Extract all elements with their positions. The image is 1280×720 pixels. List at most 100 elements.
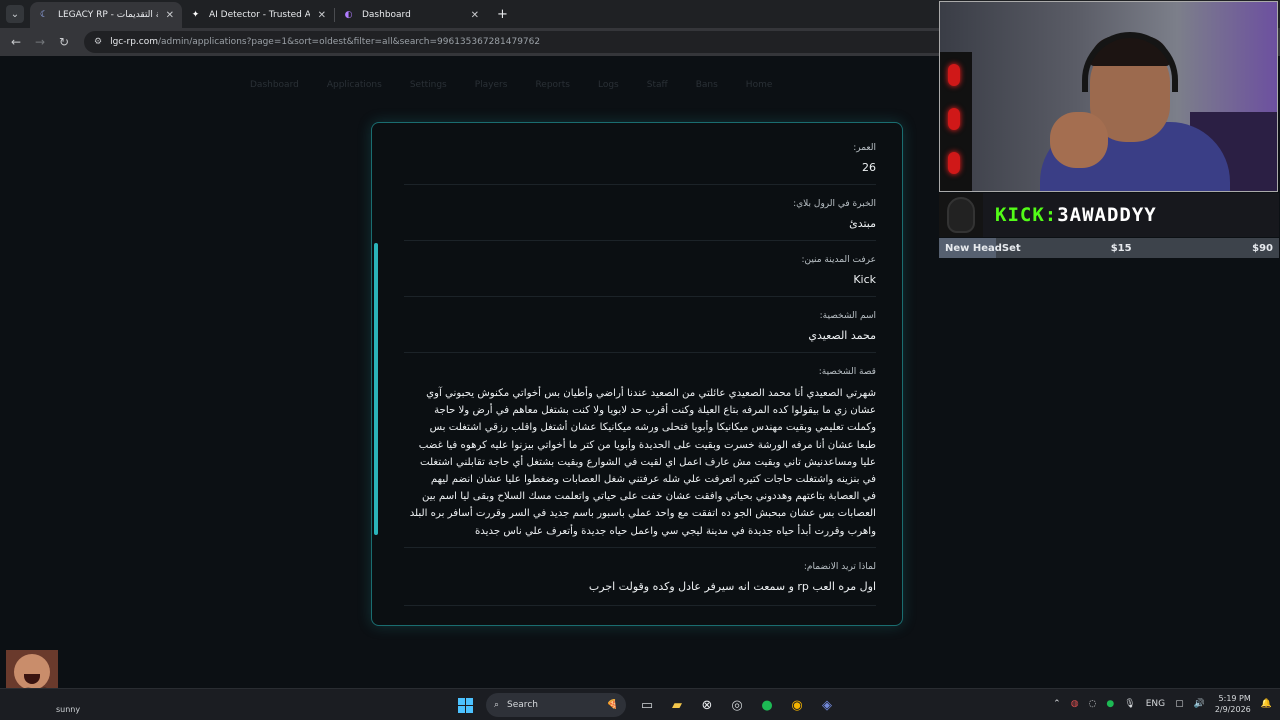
pc-led bbox=[948, 64, 960, 86]
address-bar[interactable]: ⚙ lgc-rp.com /admin/applications?page=1&… bbox=[84, 31, 964, 53]
rp-experience-value: مبتدئ bbox=[849, 217, 876, 230]
bg-nav-item: Logs bbox=[597, 80, 619, 90]
channel-handle: 3AWADDYY bbox=[1057, 204, 1157, 226]
bg-nav-item: Reports bbox=[535, 80, 570, 90]
rp-experience-label: الخبرة في الرول بلاي: bbox=[793, 199, 876, 209]
story-text: شهرتي الصعيدي أنا محمد الصعيدي عائلتي من… bbox=[404, 385, 876, 540]
weather-label[interactable]: sunny bbox=[56, 705, 80, 714]
dashboard-favicon-icon: ◐ bbox=[344, 10, 353, 20]
url-host: lgc-rp.com bbox=[110, 37, 158, 47]
kick-channel-banner: KICK:3AWADDYY bbox=[939, 193, 1279, 237]
story-line: وكملت تعليمي وبقيت مهندس ميكانيكا وأبويا… bbox=[429, 422, 876, 434]
task-view-icon[interactable]: ▭ bbox=[634, 693, 660, 717]
bg-nav-item: Bans bbox=[695, 80, 718, 90]
story-line: في بنزينه واشتغلت حاجات كتيره اتعرفت علي… bbox=[430, 474, 876, 486]
divider bbox=[404, 240, 876, 241]
background-nav: Dashboard Applications Settings Players … bbox=[250, 80, 772, 90]
story-line: واهرب وقررت أبدأ حياه جديدة في مدينة ليج… bbox=[474, 525, 876, 537]
why-join-label: لماذا تريد الانضمام: bbox=[803, 562, 876, 572]
divider bbox=[404, 605, 876, 606]
kick-prefix: KICK: bbox=[995, 204, 1058, 226]
goal-current: $15 bbox=[1110, 242, 1132, 254]
notification-icon[interactable]: 🔔 bbox=[1261, 699, 1272, 709]
divider bbox=[404, 352, 876, 353]
bg-nav-item: Dashboard bbox=[250, 80, 299, 90]
site-info-icon[interactable]: ⚙ bbox=[94, 37, 102, 47]
why-join-value: اول مره العب rp و سمعت انه سيرفر عادل وك… bbox=[588, 580, 876, 593]
tray-app-icon[interactable]: ● bbox=[1106, 699, 1114, 709]
channel-avatar bbox=[939, 193, 983, 237]
application-modal: العمر: 26 الخبرة في الرول بلاي: مبتدئ عر… bbox=[371, 122, 903, 626]
back-arrow-icon[interactable]: ← bbox=[4, 35, 28, 49]
character-name-value: محمد الصعيدي bbox=[808, 329, 876, 342]
penguin-avatar-icon bbox=[947, 197, 975, 233]
tray-app-icon[interactable]: ◌ bbox=[1089, 699, 1097, 709]
windows-taskbar: sunny ⌕ Search 🍕 ▭ ▰ ⊗ ◎ ● ◉ ◈ ⌃ ◍ ◌ ● 🎙… bbox=[0, 688, 1280, 720]
ai-detector-favicon-icon: ✦ bbox=[191, 10, 200, 20]
story-line: عليا ومساعدنيش تاني وبقيت مش عارف اعمل ا… bbox=[419, 456, 876, 468]
donation-goal-bar: New HeadSet $15 $90 bbox=[939, 238, 1279, 258]
taskbar-apps: ⌕ Search 🍕 ▭ ▰ ⊗ ◎ ● ◉ ◈ bbox=[452, 693, 840, 717]
bg-nav-item: Players bbox=[474, 80, 508, 90]
story-line: عشان زي ما بيقولوا كده المرفه بتاع العيل… bbox=[434, 405, 876, 417]
new-tab-button[interactable]: + bbox=[497, 7, 508, 22]
divider bbox=[404, 547, 876, 548]
search-icon: ⌕ bbox=[494, 700, 500, 710]
story-line: في العصابة بتاعتهم وهددوني بحياتي وافقت … bbox=[421, 491, 876, 503]
reload-icon[interactable]: ↻ bbox=[52, 35, 76, 49]
age-label: العمر: bbox=[853, 143, 876, 153]
tab-search-chevron-icon[interactable]: ⌄ bbox=[6, 5, 24, 23]
spotify-icon[interactable]: ● bbox=[754, 693, 780, 717]
search-highlight-icon: 🍕 bbox=[606, 700, 618, 710]
tab-title: AI Detector - Trusted AI Checker bbox=[208, 10, 310, 20]
volume-icon[interactable]: 🔊 bbox=[1194, 699, 1205, 709]
story-line: العصابات بس عشان مبحبش الجو ده اتفقت مع … bbox=[409, 508, 876, 520]
age-value: 26 bbox=[862, 161, 876, 174]
tab-title: Dashboard bbox=[361, 10, 411, 20]
tab-title: LEGACY RP - قائمة التقديمات bbox=[57, 10, 158, 20]
bg-nav-item: Applications bbox=[326, 80, 382, 90]
rp-experience-field: الخبرة في الرول بلاي: مبتدئ bbox=[404, 199, 876, 230]
tab-close-icon[interactable]: ✕ bbox=[318, 10, 326, 21]
tab-dashboard[interactable]: ◐ Dashboard ✕ bbox=[335, 2, 487, 28]
start-button[interactable] bbox=[452, 693, 478, 717]
chrome-icon[interactable]: ◉ bbox=[784, 693, 810, 717]
taskbar-search[interactable]: ⌕ Search 🍕 bbox=[486, 693, 626, 717]
windows-logo-icon bbox=[457, 697, 473, 713]
goal-name: New HeadSet bbox=[945, 242, 1021, 254]
age-field: العمر: 26 bbox=[404, 143, 876, 174]
tab-close-icon[interactable]: ✕ bbox=[471, 10, 479, 21]
city-source-field: عرفت المدينة منين: Kick bbox=[404, 255, 876, 286]
tray-app-icon[interactable]: ◍ bbox=[1071, 699, 1079, 709]
tab-close-icon[interactable]: ✕ bbox=[166, 10, 174, 21]
language-indicator[interactable]: ENG bbox=[1146, 699, 1165, 709]
url-path: /admin/applications?page=1&sort=oldest&f… bbox=[157, 37, 541, 47]
time: 5:19 PM bbox=[1218, 694, 1251, 703]
pc-led bbox=[948, 108, 960, 130]
streamer-hand bbox=[1050, 112, 1108, 168]
tab-legacy-rp[interactable]: ☾ LEGACY RP - قائمة التقديمات ✕ bbox=[30, 2, 182, 28]
system-tray: ⌃ ◍ ◌ ● 🎙 ENG ▢ 🔊 5:19 PM 2/9/2026 🔔 bbox=[1053, 693, 1272, 715]
xbox-icon[interactable]: ⊗ bbox=[694, 693, 720, 717]
chevron-up-icon[interactable]: ⌃ bbox=[1053, 699, 1061, 709]
why-join-field: لماذا تريد الانضمام: اول مره العب rp و س… bbox=[404, 562, 876, 593]
discord-icon[interactable]: ◈ bbox=[814, 693, 840, 717]
bg-nav-item: Staff bbox=[646, 80, 668, 90]
story-line: شهرتي الصعيدي أنا محمد الصعيدي عائلتي من… bbox=[426, 388, 876, 399]
clock[interactable]: 5:19 PM 2/9/2026 bbox=[1215, 693, 1251, 715]
bg-nav-item: Home bbox=[745, 80, 773, 90]
steam-icon[interactable]: ◎ bbox=[724, 693, 750, 717]
story-label: قصة الشخصية: bbox=[818, 367, 876, 377]
forward-arrow-icon[interactable]: → bbox=[28, 35, 52, 49]
display-icon[interactable]: ▢ bbox=[1175, 699, 1184, 709]
tab-ai-detector[interactable]: ✦ AI Detector - Trusted AI Checker ✕ bbox=[182, 2, 334, 28]
microphone-icon[interactable]: 🎙 bbox=[1124, 699, 1135, 709]
legacy-rp-favicon-icon: ☾ bbox=[39, 10, 49, 20]
divider bbox=[404, 296, 876, 297]
city-source-value: Kick bbox=[853, 273, 876, 286]
city-source-label: عرفت المدينة منين: bbox=[801, 255, 876, 265]
modal-scrollbar[interactable] bbox=[374, 243, 378, 535]
folder-icon[interactable]: ▰ bbox=[664, 693, 690, 717]
divider bbox=[404, 184, 876, 185]
character-story-field: قصة الشخصية: شهرتي الصعيدي أنا محمد الصع… bbox=[404, 367, 876, 540]
